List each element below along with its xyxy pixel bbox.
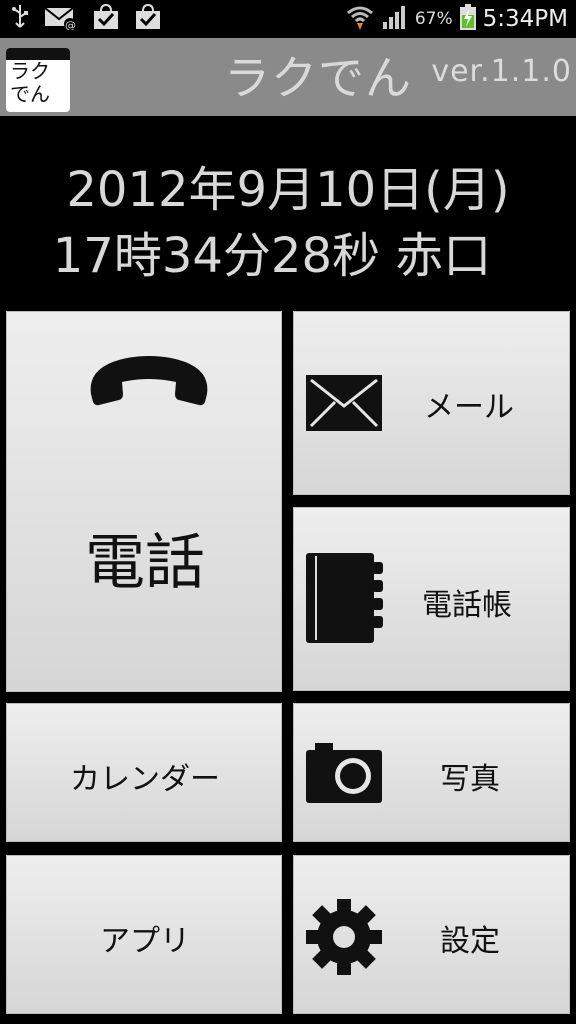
app-logo: ラク でん [6, 48, 70, 112]
photo-button[interactable]: 写真 [293, 703, 570, 842]
calendar-button[interactable]: カレンダー [6, 703, 282, 842]
gear-icon [305, 898, 383, 980]
app-version: ver.1.1.0 [431, 54, 572, 89]
current-time: 17時34分28秒 赤口 [52, 228, 492, 284]
signal-icon [381, 4, 409, 34]
settings-label: 設定 [440, 924, 500, 959]
status-bar: @ 67% 5:34PM [0, 0, 576, 38]
mail-label: メール [424, 390, 514, 425]
camera-icon [305, 742, 383, 808]
app-logo-text: ラク [10, 59, 50, 83]
status-time: 5:34PM [482, 6, 568, 32]
app-title: ラクでん [224, 51, 412, 105]
wifi-icon [345, 3, 375, 35]
title-bar: ラク でん ラクでん ver.1.1.0 [0, 38, 576, 116]
usb-icon [10, 3, 30, 35]
photo-label: 写真 [440, 762, 500, 797]
phonebook-button[interactable]: 電話帳 [293, 507, 570, 691]
app-logo-text: でん [10, 82, 50, 106]
settings-button[interactable]: 設定 [293, 855, 570, 1014]
check-bag-icon [134, 3, 162, 35]
envelope-icon [305, 374, 383, 436]
battery-percent: 67% [414, 9, 453, 29]
phonebook-label: 電話帳 [422, 588, 512, 623]
apps-label: アプリ [100, 924, 190, 959]
check-bag-icon [92, 3, 120, 35]
current-date: 2012年9月10日(月) [66, 162, 510, 218]
phone-label: 電話 [85, 528, 205, 598]
phone-button[interactable]: 電話 [6, 311, 282, 692]
notification-icons: @ [10, 3, 162, 35]
mail-button[interactable]: メール [293, 311, 570, 495]
address-book-icon [305, 552, 385, 648]
svg-text:@: @ [65, 19, 76, 30]
phone-handset-icon [87, 350, 211, 418]
system-icons: 67% 5:34PM [345, 4, 568, 34]
battery-charging-icon [459, 3, 477, 35]
mail-notification-icon: @ [44, 4, 78, 34]
apps-button[interactable]: アプリ [6, 855, 282, 1014]
calendar-label: カレンダー [70, 762, 220, 797]
